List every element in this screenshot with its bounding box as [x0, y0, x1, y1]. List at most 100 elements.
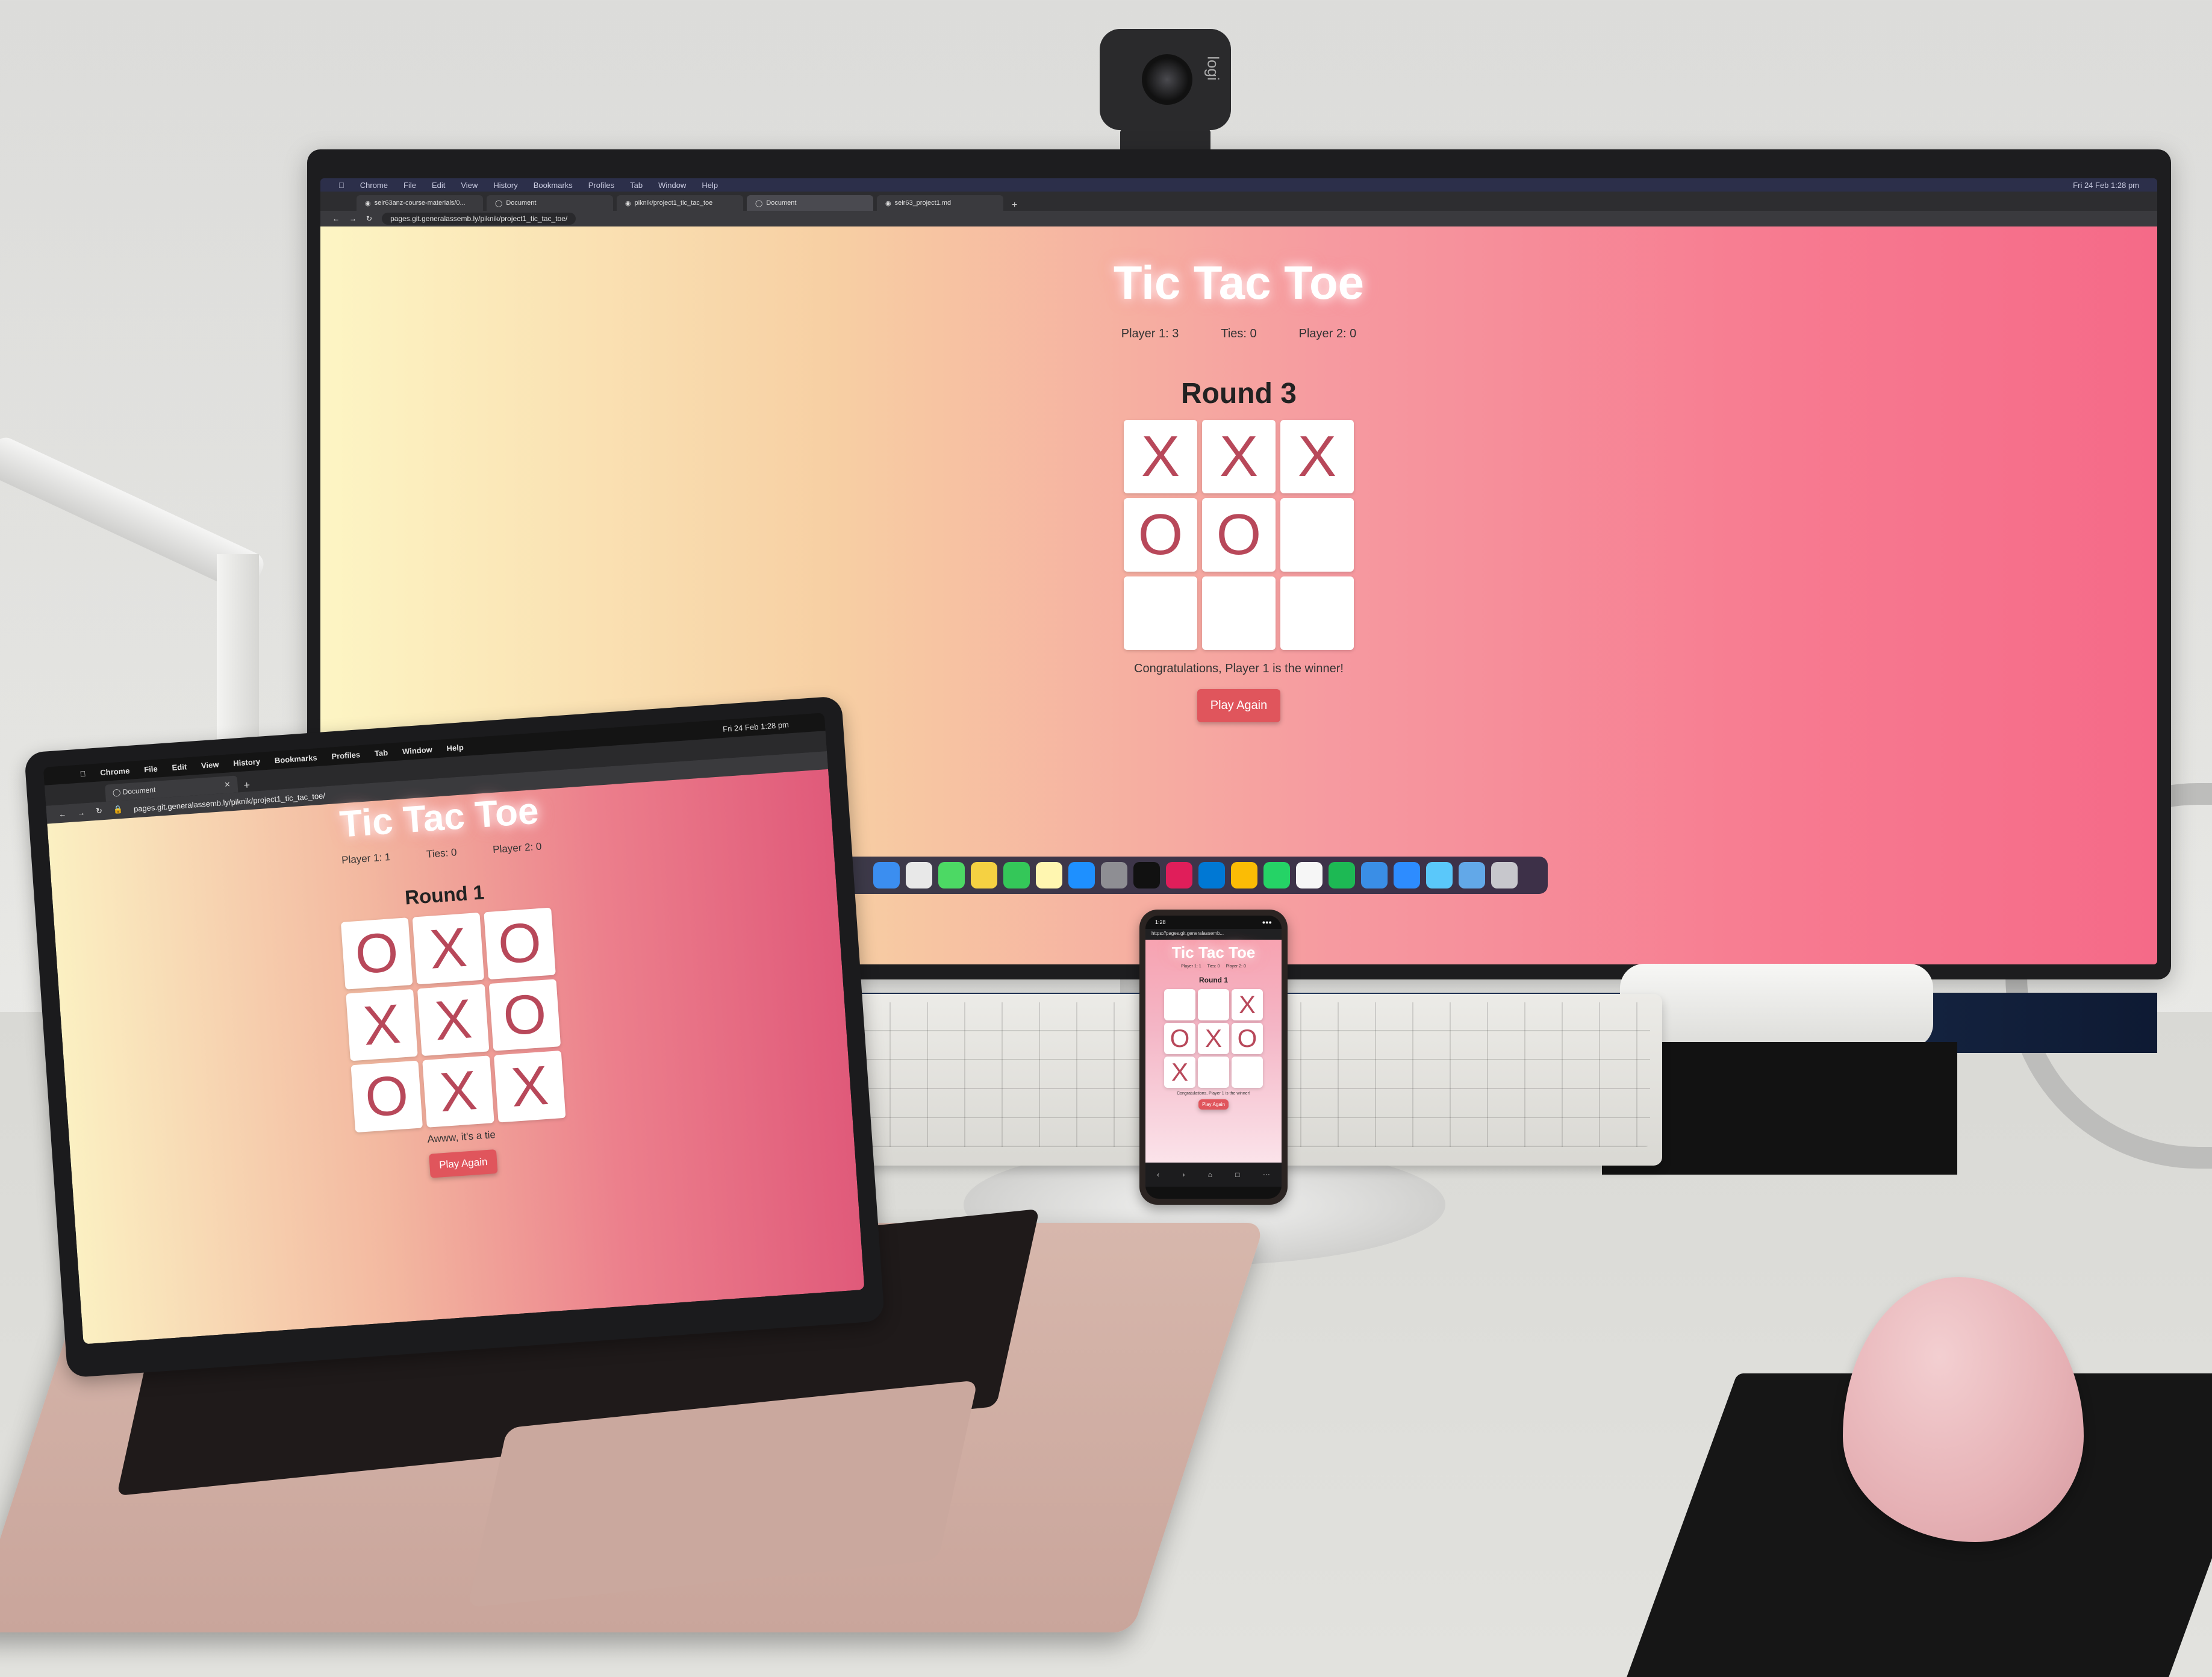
menu-item[interactable]: Window: [402, 745, 432, 755]
apple-icon[interactable]: : [338, 181, 344, 190]
reload-icon[interactable]: ↻: [366, 214, 372, 223]
vscode-icon[interactable]: [1198, 862, 1225, 888]
menu-item[interactable]: Window: [658, 181, 686, 190]
board-cell[interactable]: [1280, 576, 1354, 650]
menu-item[interactable]: View: [201, 760, 219, 770]
notes-icon[interactable]: [1036, 862, 1062, 888]
board-cell[interactable]: X: [422, 1055, 494, 1128]
board-cell[interactable]: O: [340, 917, 413, 990]
spotify-icon[interactable]: [1329, 862, 1355, 888]
chrome-icon[interactable]: [1231, 862, 1257, 888]
board-cell[interactable]: O: [1232, 1023, 1263, 1054]
board-cell[interactable]: X: [1198, 1023, 1229, 1054]
back-icon[interactable]: ‹: [1157, 1170, 1159, 1179]
menu-item[interactable]: Tab: [630, 181, 643, 190]
board-cell[interactable]: [1232, 1057, 1263, 1088]
menu-item[interactable]: Edit: [432, 181, 445, 190]
menu-item[interactable]: Tab: [374, 748, 388, 758]
menu-item[interactable]: Profiles: [588, 181, 614, 190]
phone-address-bar[interactable]: https://pages.git.generalassemb...: [1145, 929, 1282, 940]
board-cell[interactable]: O: [350, 1060, 423, 1133]
board-cell[interactable]: X: [412, 912, 485, 985]
menubar-clock[interactable]: Fri 24 Feb 1:28 pm: [723, 720, 790, 734]
menu-item[interactable]: View: [461, 181, 478, 190]
forward-icon[interactable]: →: [349, 214, 357, 223]
board-cell[interactable]: X: [493, 1051, 566, 1123]
menu-item[interactable]: Bookmarks: [534, 181, 573, 190]
finder-icon[interactable]: [873, 862, 900, 888]
browser-tab[interactable]: ◉ piknik/project1_tic_tac_toe: [617, 195, 743, 211]
menu-item[interactable]: File: [144, 764, 158, 774]
facetime-icon[interactable]: [1003, 862, 1030, 888]
score-ties: Ties: 0: [426, 846, 458, 860]
board-cell[interactable]: [1280, 498, 1354, 572]
whatsapp-icon[interactable]: [1263, 862, 1290, 888]
menu-item[interactable]: Help: [702, 181, 718, 190]
board-cell[interactable]: X: [1124, 420, 1197, 493]
play-again-button[interactable]: Play Again: [428, 1149, 498, 1178]
menubar-clock[interactable]: Fri 24 Feb 1:28 pm: [2073, 181, 2139, 190]
scoreboard: Player 1: 1 Ties: 0 Player 2: 0: [1145, 964, 1282, 969]
browser-tab[interactable]: ◉ seir63_project1.md: [877, 195, 1003, 211]
menu-item[interactable]: Bookmarks: [274, 753, 317, 765]
browser-tab[interactable]: ◯ Document: [487, 195, 613, 211]
phone-time: 1:28: [1155, 919, 1166, 925]
messages-icon[interactable]: [938, 862, 965, 888]
trash-icon[interactable]: [1491, 862, 1518, 888]
board-cell[interactable]: O: [484, 907, 556, 980]
back-icon[interactable]: ←: [58, 809, 67, 819]
board-cell[interactable]: O: [1124, 498, 1197, 572]
tabs-icon[interactable]: □: [1235, 1170, 1239, 1179]
play-again-button[interactable]: Play Again: [1197, 689, 1281, 722]
forward-icon[interactable]: ›: [1182, 1170, 1185, 1179]
board-cell[interactable]: X: [346, 988, 418, 1061]
board-cell[interactable]: [1124, 576, 1197, 650]
close-tab-icon[interactable]: ✕: [224, 780, 231, 789]
launchpad-icon[interactable]: [906, 862, 932, 888]
board-cell[interactable]: X: [1164, 1057, 1195, 1088]
round-label: Round 1: [1199, 976, 1228, 984]
browser-tab[interactable]: ◉ seir63anz-course-materials/0...: [357, 195, 483, 211]
board-cell[interactable]: O: [1164, 1023, 1195, 1054]
phone-status-bar: 1:28 ●●●: [1145, 916, 1282, 929]
board-cell[interactable]: X: [417, 984, 490, 1057]
apple-icon[interactable]: : [79, 769, 86, 778]
menu-item[interactable]: History: [233, 757, 261, 767]
preview-icon[interactable]: [1426, 862, 1453, 888]
board-cell[interactable]: X: [1280, 420, 1354, 493]
menu-item[interactable]: Profiles: [331, 750, 361, 761]
menu-item[interactable]: Chrome: [360, 181, 388, 190]
zoom-icon[interactable]: [1394, 862, 1420, 888]
notion-icon[interactable]: [1296, 862, 1323, 888]
back-icon[interactable]: ←: [332, 214, 340, 223]
menu-item[interactable]: Chrome: [100, 766, 130, 776]
new-tab-icon[interactable]: +: [237, 778, 257, 792]
terminal-icon[interactable]: [1133, 862, 1160, 888]
board-cell[interactable]: O: [488, 979, 561, 1051]
browser-tab-active[interactable]: ◯ Document: [747, 195, 873, 211]
address-bar[interactable]: pages.git.generalassemb.ly/piknik/projec…: [382, 213, 576, 225]
board-cell[interactable]: X: [1232, 989, 1263, 1020]
more-icon[interactable]: ⋯: [1263, 1170, 1270, 1179]
board-cell[interactable]: X: [1202, 420, 1276, 493]
mail-icon[interactable]: [1361, 862, 1388, 888]
menu-item[interactable]: Edit: [172, 762, 187, 772]
home-icon[interactable]: ⌂: [1208, 1170, 1212, 1179]
board-cell[interactable]: [1198, 989, 1229, 1020]
board-cell[interactable]: [1164, 989, 1195, 1020]
board-cell[interactable]: O: [1202, 498, 1276, 572]
play-again-button[interactable]: Play Again: [1198, 1099, 1229, 1110]
menu-item[interactable]: History: [493, 181, 517, 190]
board-cell[interactable]: [1198, 1057, 1229, 1088]
photos-icon[interactable]: [971, 862, 997, 888]
menu-item[interactable]: File: [403, 181, 416, 190]
slack-icon[interactable]: [1166, 862, 1192, 888]
board-cell[interactable]: [1202, 576, 1276, 650]
forward-icon[interactable]: →: [77, 808, 86, 817]
app-store-icon[interactable]: [1068, 862, 1095, 888]
settings-icon[interactable]: [1101, 862, 1127, 888]
reload-icon[interactable]: ↻: [95, 806, 102, 816]
downloads-folder-icon[interactable]: [1459, 862, 1485, 888]
new-tab-icon[interactable]: +: [1007, 200, 1022, 211]
menu-item[interactable]: Help: [446, 743, 464, 753]
